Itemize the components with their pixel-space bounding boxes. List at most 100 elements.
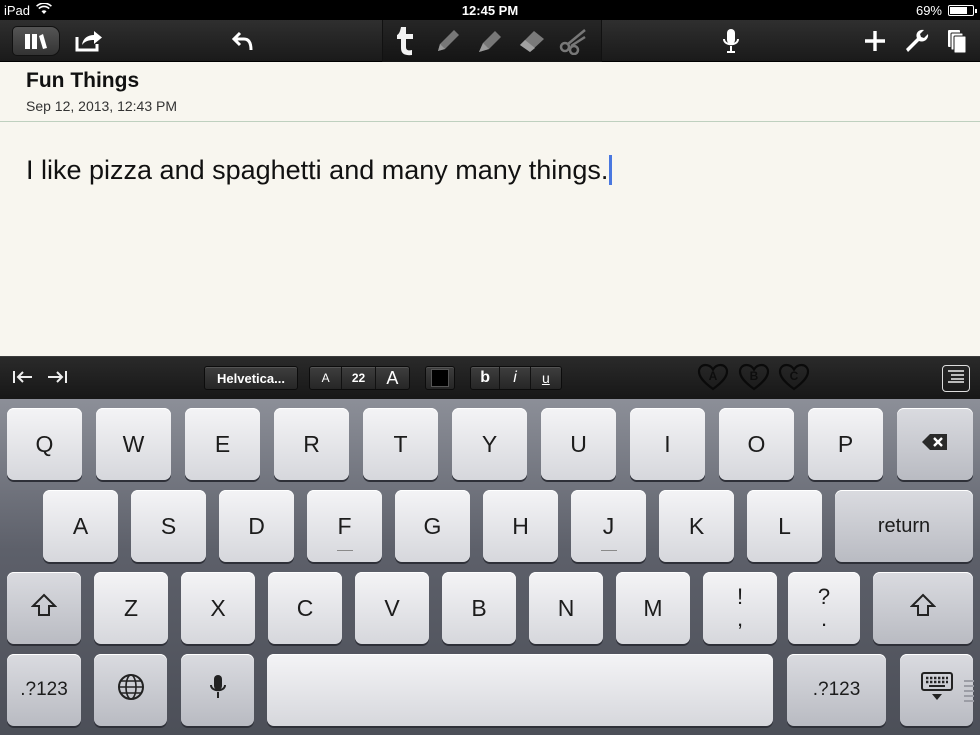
backspace-icon <box>920 431 950 458</box>
pages-button[interactable] <box>942 24 972 58</box>
italic-button[interactable]: i <box>500 367 531 389</box>
key-f[interactable]: F <box>307 490 382 562</box>
preset-a-label: A <box>708 369 718 383</box>
key-p[interactable]: P <box>808 408 883 480</box>
key-w[interactable]: W <box>96 408 171 480</box>
eraser-tool-button[interactable] <box>515 24 549 58</box>
globe-key[interactable] <box>94 654 167 726</box>
preset-c-label: C <box>789 369 799 383</box>
bold-button[interactable]: b <box>471 367 501 389</box>
underline-button[interactable]: u <box>531 367 561 389</box>
key-g[interactable]: G <box>395 490 470 562</box>
backspace-key[interactable] <box>897 408 973 480</box>
key-question-labels: ?. <box>818 586 830 630</box>
key-y[interactable]: Y <box>452 408 527 480</box>
home-row-marker <box>600 550 617 551</box>
settings-button[interactable] <box>900 24 932 58</box>
microphone-icon <box>209 674 226 706</box>
key-z[interactable]: Z <box>94 572 168 644</box>
note-date: Sep 12, 2013, 12:43 PM <box>26 98 177 114</box>
scissors-tool-button[interactable] <box>556 24 590 58</box>
key-question-top: ? <box>817 584 831 609</box>
microphone-button[interactable] <box>716 24 746 58</box>
key-s[interactable]: S <box>131 490 206 562</box>
increase-size-button[interactable]: A <box>376 367 409 389</box>
shift-right-key[interactable] <box>873 572 973 644</box>
library-icon <box>12 26 60 56</box>
text-color-button[interactable] <box>425 366 455 390</box>
note-title[interactable]: Fun Things <box>26 69 139 93</box>
key-b[interactable]: B <box>442 572 516 644</box>
color-swatch <box>431 369 449 387</box>
undo-button[interactable] <box>228 24 258 58</box>
indent-button[interactable] <box>44 369 70 389</box>
wrench-icon <box>903 28 929 54</box>
status-time: 12:45 PM <box>461 3 519 18</box>
scissors-icon <box>558 27 588 55</box>
key-e[interactable]: E <box>185 408 260 480</box>
key-m[interactable]: M <box>616 572 690 644</box>
key-exclaim-bottom: , <box>736 606 744 631</box>
numbers-left-key[interactable]: .?123 <box>7 654 81 726</box>
list-icon <box>947 369 965 388</box>
key-c[interactable]: C <box>268 572 342 644</box>
pen-tool-button[interactable] <box>432 24 464 58</box>
add-button[interactable] <box>860 24 890 58</box>
key-x[interactable]: X <box>181 572 255 644</box>
key-q[interactable]: Q <box>7 408 82 480</box>
key-d[interactable]: D <box>219 490 294 562</box>
key-a[interactable]: A <box>43 490 118 562</box>
key-l[interactable]: L <box>747 490 822 562</box>
key-r[interactable]: R <box>274 408 349 480</box>
key-k[interactable]: K <box>659 490 734 562</box>
outdent-button[interactable] <box>10 369 36 389</box>
keyboard-split-handle[interactable] <box>964 680 974 702</box>
font-size-value: 22 <box>342 367 376 389</box>
key-exclaim-top: ! <box>736 584 744 609</box>
note-text-box[interactable]: I like pizza and spaghetti and many many… <box>26 155 613 186</box>
text-tool-button[interactable] <box>390 24 420 58</box>
shift-icon <box>909 593 937 623</box>
highlighter-tool-button[interactable] <box>474 24 506 58</box>
key-j[interactable]: J <box>571 490 646 562</box>
note-page[interactable]: Fun Things Sep 12, 2013, 12:43 PM I like… <box>0 62 980 356</box>
key-o[interactable]: O <box>719 408 794 480</box>
key-v[interactable]: V <box>355 572 429 644</box>
font-family-button[interactable]: Helvetica... <box>204 366 298 390</box>
return-key[interactable]: return <box>835 490 973 562</box>
note-body-text: I like pizza and spaghetti and many many… <box>26 155 609 185</box>
key-u[interactable]: U <box>541 408 616 480</box>
key-t[interactable]: T <box>363 408 438 480</box>
share-button[interactable] <box>72 24 106 58</box>
key-f-label: F <box>337 512 352 539</box>
key-h[interactable]: H <box>483 490 558 562</box>
decrease-size-button[interactable]: A <box>310 367 343 389</box>
font-size-group: A 22 A <box>309 366 410 390</box>
space-bar[interactable] <box>267 654 773 726</box>
status-right: 69% <box>916 3 977 18</box>
document-outline-button[interactable] <box>942 365 970 392</box>
battery-icon <box>948 5 977 16</box>
eraser-icon <box>517 28 547 54</box>
key-exclaim-comma[interactable]: !, <box>703 572 777 644</box>
main-toolbar <box>0 20 980 62</box>
shift-left-key[interactable] <box>7 572 81 644</box>
key-question-period[interactable]: ?. <box>788 572 860 644</box>
add-icon <box>863 29 887 53</box>
library-button[interactable] <box>10 24 62 58</box>
microphone-icon <box>722 28 740 54</box>
preset-c-button[interactable]: C <box>778 363 810 391</box>
preset-b-label: B <box>749 369 759 383</box>
preset-b-button[interactable]: B <box>738 363 770 391</box>
dictation-key[interactable] <box>181 654 254 726</box>
numbers-right-key[interactable]: .?123 <box>787 654 886 726</box>
outdent-icon <box>12 370 34 389</box>
preset-a-button[interactable]: A <box>697 363 729 391</box>
text-tool-icon <box>393 26 417 56</box>
undo-icon <box>231 30 255 52</box>
key-n[interactable]: N <box>529 572 603 644</box>
indent-icon <box>46 370 68 389</box>
hide-keyboard-key[interactable] <box>900 654 973 726</box>
style-group: b i u <box>470 366 562 390</box>
key-i[interactable]: I <box>630 408 705 480</box>
